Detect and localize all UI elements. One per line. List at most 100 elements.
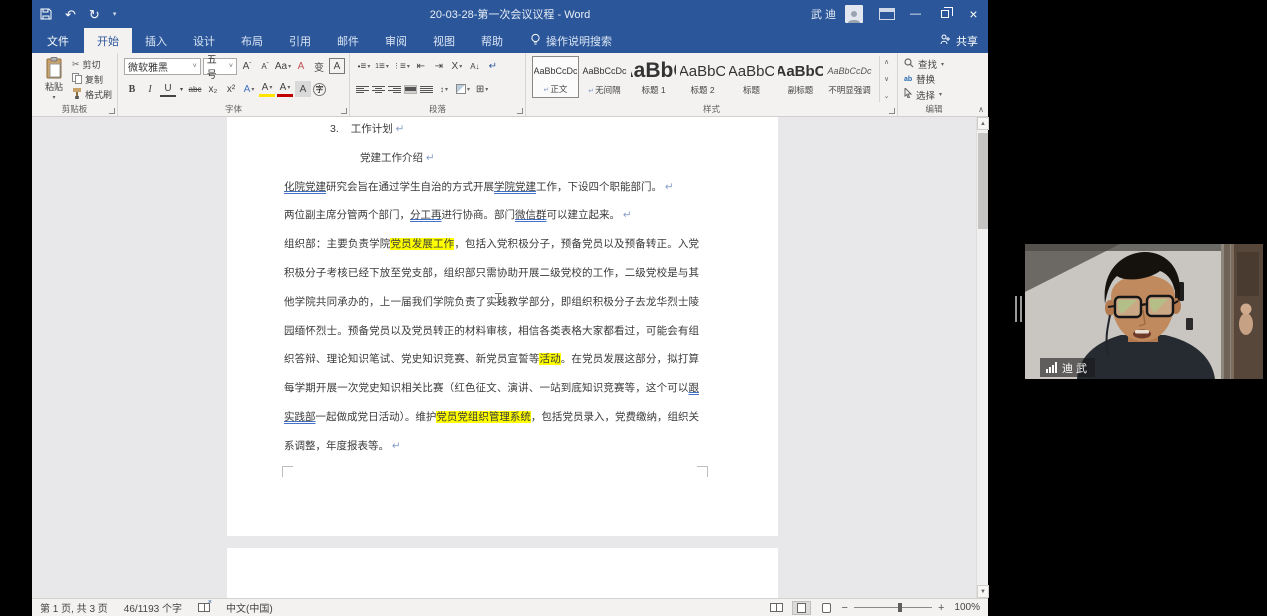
clipboard-dialog-launcher[interactable] [109, 108, 115, 114]
undo-icon[interactable]: ↶ [65, 8, 76, 21]
strikethrough-button[interactable]: abc [187, 81, 203, 97]
asian-layout-button[interactable]: X▾ [449, 58, 465, 74]
font-color-button[interactable]: A▾ [277, 81, 293, 97]
minimize-button[interactable]: — [901, 0, 930, 28]
shrink-font-button[interactable]: Aˇ [257, 58, 273, 74]
paragraph-dialog-launcher[interactable] [517, 108, 523, 114]
zoom-in-button[interactable]: + [938, 602, 944, 614]
tell-me-search[interactable]: 操作说明搜索 [520, 28, 622, 53]
paragraph[interactable]: 党建工作介绍 ↵ [284, 144, 699, 173]
text-run[interactable]: 进行协商。部门 [442, 209, 516, 221]
grammar-marked-text[interactable]: 学院党建 [494, 181, 536, 193]
tab-布局[interactable]: 布局 [228, 28, 276, 53]
styles-more-icon[interactable]: ⌄ [884, 92, 890, 100]
tab-邮件[interactable]: 邮件 [324, 28, 372, 53]
paragraph[interactable]: 组织部：主要负责学院党员发展工作，包括入党积极分子，预备党员以及预备转正。入党积… [284, 230, 699, 460]
styles-dialog-launcher[interactable] [889, 108, 895, 114]
line-spacing-button[interactable]: ↕▾ [436, 81, 452, 97]
text-run[interactable]: 工作计划 [351, 123, 393, 135]
text-run[interactable]: 可以建立起来。 [547, 209, 621, 221]
zoom-slider-thumb[interactable] [898, 603, 902, 612]
superscript-button[interactable]: x² [223, 81, 239, 97]
select-button[interactable]: 选择 ▾ [904, 88, 966, 102]
multilevel-list-button[interactable]: ⋮≡▾ [392, 58, 411, 74]
collapse-ribbon-icon[interactable]: ∧ [978, 105, 984, 114]
grammar-marked-text[interactable]: 化院党建 [284, 181, 326, 193]
tab-审阅[interactable]: 审阅 [372, 28, 420, 53]
save-icon[interactable] [40, 8, 52, 20]
qat-customize-icon[interactable]: ▾ [113, 11, 117, 18]
style-无间隔[interactable]: AaBbCcDc↵无间隔 [581, 56, 628, 98]
style-标题[interactable]: AaBbC标题 [728, 56, 775, 98]
account-name[interactable]: 武 迪 [811, 6, 836, 22]
copy-button[interactable]: 复制 [72, 72, 112, 86]
zoom-out-button[interactable]: − [842, 602, 848, 614]
bold-button[interactable]: B [124, 81, 140, 97]
subscript-button[interactable]: x₂ [205, 81, 221, 97]
paste-button[interactable]: 粘贴 ▾ [38, 57, 70, 102]
video-panel-handle[interactable] [1015, 296, 1022, 322]
style-副标题[interactable]: AaBbC副标题 [777, 56, 824, 98]
italic-button[interactable]: I [142, 81, 158, 97]
show-marks-button[interactable]: ↵ [485, 58, 501, 74]
document-page-1[interactable]: 3.工作计划 ↵党建工作介绍 ↵化院党建研究会旨在通过学生自治的方式开展学院党建… [227, 117, 778, 536]
character-border-button[interactable]: A [329, 58, 345, 74]
paragraph[interactable]: 化院党建研究会旨在通过学生自治的方式开展学院党建工作，下设四个职能部门。 ↵ [284, 173, 699, 202]
text-highlight-button[interactable]: A▾ [259, 81, 275, 97]
word-count[interactable]: 46/1193 个字 [124, 600, 182, 615]
style-不明显强调[interactable]: AaBbCcDc不明显强调 [826, 56, 873, 98]
text-effects-button[interactable]: A▾ [241, 81, 257, 97]
text-run[interactable]: ，包括入党积极分子，预备党员以及预备转正。入党积极分子考核已经下放至党支部，组织… [284, 238, 699, 365]
highlighted-text[interactable]: 党员党组织管理系统 [436, 411, 531, 423]
highlighted-text[interactable]: 党员发展工作 [390, 238, 454, 250]
print-layout-button[interactable] [792, 601, 811, 615]
tab-file[interactable]: 文件 [32, 28, 84, 53]
zoom-level[interactable]: 100% [954, 602, 980, 613]
page-indicator[interactable]: 第 1 页, 共 3 页 [40, 600, 108, 615]
borders-button[interactable]: ⊞▾ [474, 81, 490, 97]
grammar-marked-text[interactable]: 微信群 [515, 209, 547, 221]
change-case-button[interactable]: Aa▾ [275, 58, 291, 74]
account-avatar-icon[interactable] [845, 5, 863, 23]
tab-开始[interactable]: 开始 [84, 28, 132, 53]
distribute-button[interactable] [420, 85, 433, 94]
format-painter-button[interactable]: 格式刷 [72, 87, 112, 101]
shading-button[interactable]: ▾ [455, 81, 471, 97]
sort-button[interactable]: A↓ [467, 58, 483, 74]
enclose-characters-button[interactable]: 字 [313, 83, 326, 96]
phonetic-guide-button[interactable]: 变 [311, 58, 327, 74]
styles-scroll-up-icon[interactable]: ∧ [884, 58, 889, 66]
grammar-marked-text[interactable]: 分工再 [410, 209, 442, 221]
restore-button[interactable] [930, 0, 959, 28]
increase-indent-button[interactable]: ⇥ [431, 58, 447, 74]
tab-引用[interactable]: 引用 [276, 28, 324, 53]
underline-dropdown-icon[interactable]: ▾ [178, 81, 185, 97]
cut-button[interactable]: ✂ 剪切 [72, 57, 112, 71]
align-left-button[interactable] [356, 85, 369, 94]
font-size-combo[interactable]: 五号˅ [203, 58, 237, 75]
tab-帮助[interactable]: 帮助 [468, 28, 516, 53]
font-dialog-launcher[interactable] [341, 108, 347, 114]
grow-font-button[interactable]: Aˆ [239, 58, 255, 74]
style-正文[interactable]: AaBbCcDc↵正文 [532, 56, 579, 98]
proofing-status-icon[interactable] [198, 603, 210, 612]
document-page-2[interactable] [227, 548, 778, 598]
ribbon-display-options-icon[interactable] [879, 8, 895, 20]
tab-插入[interactable]: 插入 [132, 28, 180, 53]
styles-scroll-down-icon[interactable]: ∨ [884, 75, 889, 83]
find-button[interactable]: 查找 ▾ [904, 57, 966, 71]
share-button[interactable]: 共享 [940, 28, 978, 53]
text-run[interactable]: 两位副主席分管两个部门， [284, 209, 410, 221]
text-run[interactable]: 研究会旨在通过学生自治的方式开展 [326, 181, 494, 193]
character-shading-button[interactable]: A [295, 81, 311, 97]
decrease-indent-button[interactable]: ⇤ [413, 58, 429, 74]
scroll-up-icon[interactable]: ▲ [977, 117, 989, 130]
replace-button[interactable]: ab 替换 [904, 72, 966, 86]
zoom-slider[interactable] [854, 607, 932, 608]
paragraph[interactable]: 3.工作计划 ↵ [284, 117, 699, 144]
tab-设计[interactable]: 设计 [180, 28, 228, 53]
style-标题 2[interactable]: AaBbC标题 2 [679, 56, 726, 98]
underline-button[interactable]: U [160, 81, 176, 97]
scroll-down-icon[interactable]: ▼ [977, 585, 989, 598]
justify-button[interactable] [404, 85, 417, 94]
